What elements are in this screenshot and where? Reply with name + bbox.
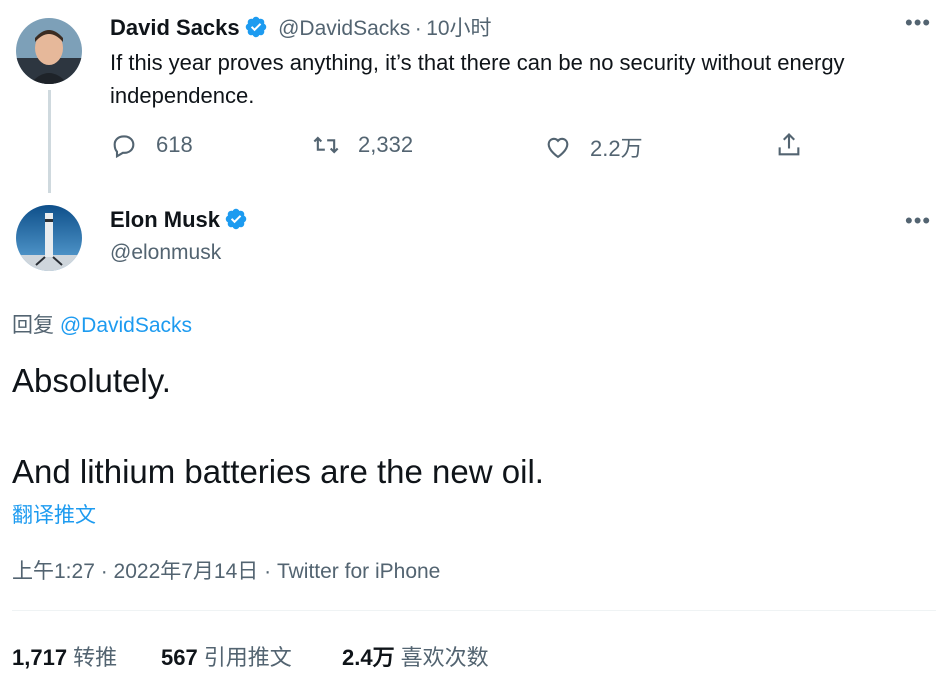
author-name[interactable]: Elon Musk	[110, 207, 220, 232]
retweet-count: 2,332	[358, 132, 414, 157]
reply-context: 回复 @DavidSacks	[12, 309, 192, 339]
author-name[interactable]: David Sacks	[110, 15, 240, 40]
tweet-time[interactable]: 10小时	[426, 17, 491, 40]
parent-tweet-header: David Sacks @DavidSacks · 10小时	[110, 12, 492, 42]
share-button[interactable]	[775, 131, 803, 159]
retweets-stat[interactable]: 1,717 转推	[12, 640, 117, 672]
likes-count: 2.4万	[342, 645, 395, 670]
reply-to-link[interactable]: @DavidSacks	[60, 314, 192, 337]
author-handle[interactable]: @DavidSacks	[278, 17, 410, 40]
quotes-stat[interactable]: 567 引用推文	[161, 640, 292, 672]
divider	[12, 610, 936, 611]
translate-tweet-link[interactable]: 翻译推文	[12, 499, 96, 529]
tweet-text-line1: Absolutely.	[12, 362, 171, 399]
avatar-elon-musk[interactable]	[16, 205, 82, 271]
quotes-count: 567	[161, 645, 198, 670]
reply-count: 618	[156, 132, 193, 157]
reply-icon	[113, 135, 135, 159]
reply-prefix: 回复	[12, 314, 54, 337]
tweet-text-line2: And lithium batteries are the new oil.	[12, 453, 544, 490]
retweet-icon	[313, 136, 339, 154]
retweets-count: 1,717	[12, 645, 68, 670]
share-icon	[778, 133, 800, 156]
more-icon[interactable]: •••	[905, 10, 931, 36]
author-handle[interactable]: @elonmusk	[110, 241, 221, 265]
reply-button[interactable]: 618	[110, 131, 193, 159]
retweet-button[interactable]: 2,332	[312, 131, 413, 159]
verified-badge-icon	[224, 207, 248, 231]
likes-label: 喜欢次数	[400, 645, 489, 670]
verified-badge-icon	[244, 15, 268, 39]
thread-connector-line	[48, 90, 51, 193]
avatar-david-sacks[interactable]	[16, 18, 82, 84]
likes-stat[interactable]: 2.4万 喜欢次数	[342, 640, 489, 672]
retweets-label: 转推	[73, 645, 118, 670]
like-button[interactable]: 2.2万	[544, 131, 643, 163]
like-icon	[547, 137, 569, 159]
parent-tweet-text: If this year proves anything, it’s that …	[110, 50, 845, 108]
tweet-timestamp[interactable]: 上午1:27 · 2022年7月14日 · Twitter for iPhone	[12, 555, 440, 585]
quotes-label: 引用推文	[203, 645, 292, 670]
separator-dot: ·	[414, 17, 422, 40]
more-icon[interactable]: •••	[905, 208, 931, 234]
like-count: 2.2万	[590, 136, 643, 161]
main-tweet-header: Elon Musk	[110, 207, 248, 233]
